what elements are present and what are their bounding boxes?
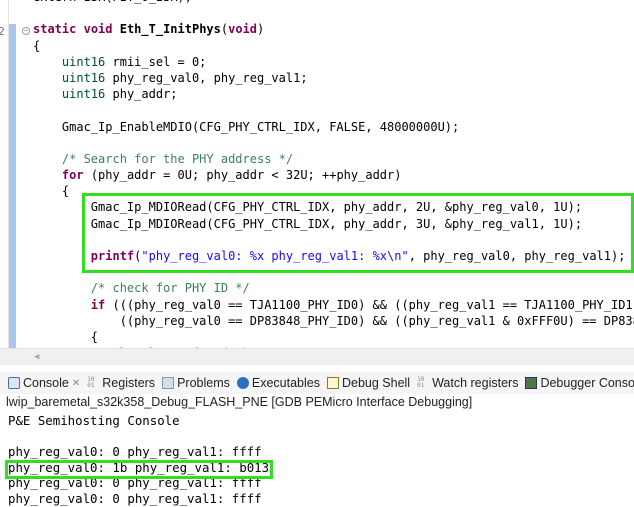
code-line: /* Search for the PHY address */ — [33, 151, 634, 167]
tab-label: Debug Shell — [341, 376, 411, 390]
code-line: { — [33, 329, 634, 345]
tab-executables[interactable]: Executables — [236, 376, 320, 390]
code-token-pl: { — [33, 38, 41, 53]
code-line: uint16 phy_addr; — [33, 86, 634, 102]
code-token-pl: { — [33, 329, 99, 344]
code-token-kw: static — [33, 22, 77, 37]
code-line: /* check for PHY ID */ — [33, 280, 634, 296]
code-token-pl: rmii_sel = 0; — [105, 54, 207, 69]
code-token-pl: { — [33, 184, 70, 199]
code-token-kw: for — [61, 168, 84, 183]
code-token-cm: /* Search for the PHY address */ — [61, 151, 294, 166]
code-token-fn: Eth_T_InitPhys — [119, 22, 221, 37]
code-line: for (phy_addr = 0U; phy_addr < 32U; ++ph… — [33, 167, 634, 183]
scroll-left-icon[interactable]: ◀ — [34, 352, 39, 362]
console-line: phy_reg_val0: 0 phy_reg_val1: ffff — [8, 444, 262, 460]
tab-registers[interactable]: 10 01 Registers — [87, 376, 155, 390]
view-tab-bar: Console ✕ 10 01 Registers Problems Executables… — [0, 372, 634, 394]
registers-icon: 10 01 — [87, 376, 95, 389]
code-token-ty: uint16 — [61, 54, 106, 69]
code-token-ty: uint16 — [61, 87, 106, 102]
tab-debug-shell[interactable]: Debug Shell — [326, 376, 411, 390]
code-token-pl: Gmac_Ip_EnableMDIO(CFG_PHY_CTRL_IDX, FAL… — [33, 119, 460, 134]
code-token-pl: (phy_addr = 0U; phy_addr < 32U; ++phy_ad… — [83, 168, 402, 183]
code-token-pl: phy_reg_val0, phy_reg_val1; — [105, 70, 308, 85]
code-highlight-box — [82, 193, 634, 273]
code-token-pl: ) — [257, 22, 265, 37]
executables-icon — [236, 377, 249, 389]
code-token-pl: phy_addr; — [105, 87, 178, 102]
code-line: uint16 rmii_sel = 0; — [33, 54, 634, 70]
pane-divider[interactable] — [0, 365, 634, 372]
overview-ruler — [9, 0, 16, 348]
console-icon — [8, 377, 20, 389]
code-line: Gmac_Ip_EnableMDIO(CFG_PHY_CTRL_IDX, FAL… — [33, 119, 634, 135]
code-token-pl: extern ISR(PIT_0_ISR); — [33, 0, 192, 4]
tab-label: Console — [23, 376, 69, 390]
debugger-console-icon — [525, 377, 538, 389]
tab-label: Problems — [177, 376, 230, 390]
tab-label: Watch registers — [432, 376, 519, 390]
tab-watch-registers[interactable]: 10 01 Watch registers — [417, 376, 518, 390]
debug-shell-icon — [326, 377, 339, 389]
tab-label: Registers — [102, 376, 156, 390]
horizontal-scrollbar[interactable]: ◀ — [0, 348, 634, 365]
tab-label: Executables — [251, 376, 320, 390]
code-token-ty: uint16 — [61, 70, 106, 85]
code-line: ((phy_reg_val0 == DP83848_PHY_ID0) && ((… — [33, 313, 634, 329]
tab-console[interactable]: Console ✕ — [8, 376, 80, 390]
tab-problems[interactable]: Problems — [162, 376, 230, 390]
line-number: 2 — [0, 25, 5, 38]
code-token-kw: void — [83, 22, 113, 37]
tab-debugger-console[interactable]: Debugger Console — [525, 376, 634, 390]
problems-icon — [162, 377, 175, 389]
code-editor[interactable]: 2 − extern ISR(PIT_0_ISR);static void Et… — [0, 0, 634, 348]
console-highlight-box — [5, 460, 273, 479]
code-line: uint16 phy_reg_val0, phy_reg_val1; — [33, 70, 634, 86]
tab-label: Debugger Console — [540, 376, 634, 390]
code-token-cm: /* check for PHY ID */ — [90, 281, 250, 296]
code-token-pl: ((phy_reg_val0 == DP83848_PHY_ID0) && ((… — [33, 313, 634, 328]
console-line: P&E Semihosting Console — [8, 413, 180, 428]
watch-registers-icon: 10 01 — [417, 376, 425, 389]
fold-toggle-icon[interactable]: − — [22, 27, 30, 35]
close-tab-icon[interactable]: ✕ — [72, 378, 80, 389]
code-line: static void Eth_T_InitPhys(void) — [33, 21, 634, 37]
editor-left-gutter: 2 — [0, 0, 9, 348]
code-line: if (((phy_reg_val0 == TJA1100_PHY_ID0) &… — [33, 297, 634, 313]
code-content[interactable]: extern ISR(PIT_0_ISR);static void Eth_T_… — [33, 0, 634, 348]
launch-title: lwip_baremetal_s32k358_Debug_FLASH_PNE [… — [6, 395, 473, 409]
range-indicator — [9, 24, 16, 348]
code-line: { — [33, 38, 634, 54]
code-token-kw: void — [228, 22, 258, 37]
code-token-pl: (((phy_reg_val0 == TJA1100_PHY_ID0) && (… — [105, 297, 634, 312]
code-token-kw: if — [90, 297, 106, 312]
console-line: phy_reg_val0: 0 phy_reg_val1: ffff — [8, 490, 262, 506]
